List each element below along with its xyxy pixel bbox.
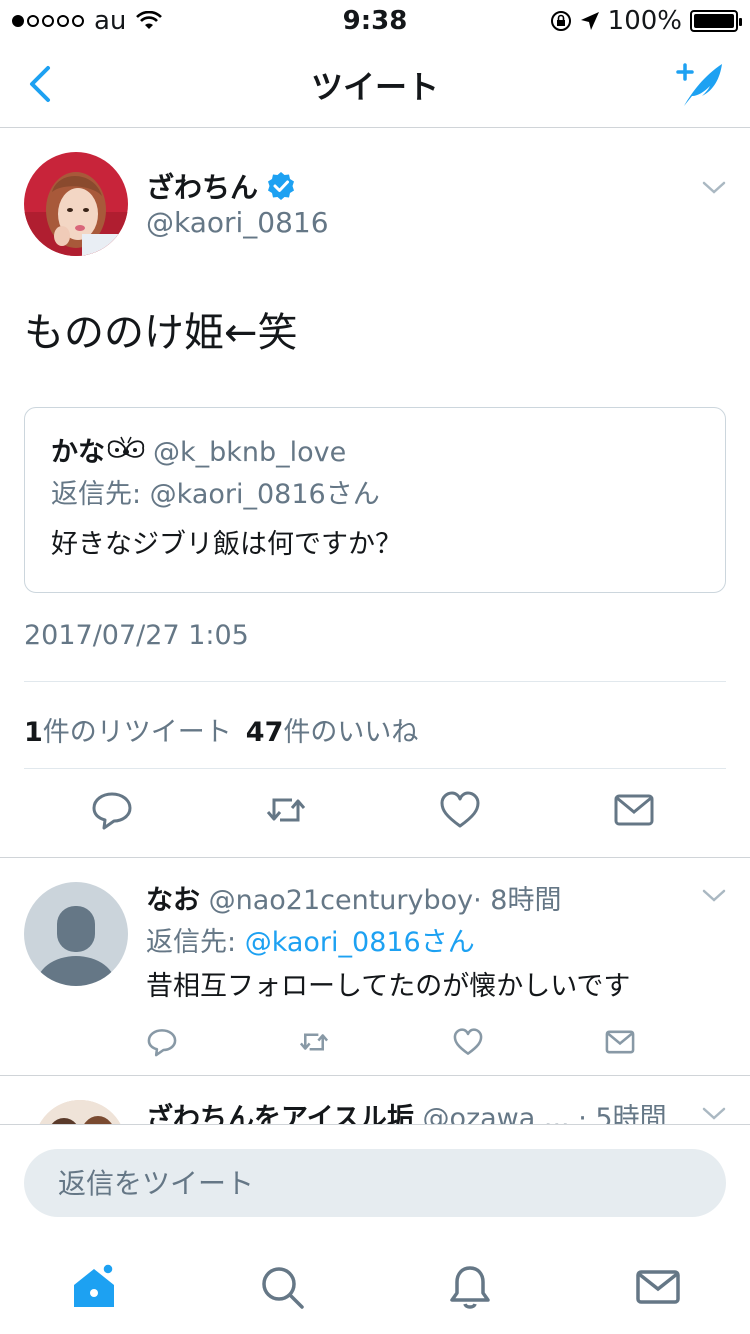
main-tweet: ざわちん @kaori_0816 もののけ姫←笑 かな @k_bknb_love… [0, 128, 750, 858]
butterfly-emoji-icon [107, 436, 145, 458]
retweet-count: 1 [24, 717, 43, 748]
status-right: 100% [550, 6, 742, 36]
tweet-actions [0, 788, 750, 844]
reply-author-handle: @ozawa ... [422, 1103, 570, 1126]
direct-message-icon[interactable] [612, 788, 656, 832]
like-label: 件のいいね [283, 717, 419, 748]
quoted-text: 好きなジブリ飯は何ですか？ [51, 529, 402, 560]
nav-bar: ツイート [0, 40, 750, 128]
tweet-timestamp: 2017/07/27 1:05 [24, 620, 249, 651]
quoted-reply-to: 返信先: @kaori_0816さん [51, 479, 380, 510]
reply-compose-box[interactable] [24, 1149, 726, 1217]
bottom-bar [0, 1124, 750, 1334]
reply-author-handle: @nao21centuryboy [208, 885, 474, 916]
like-count: 47 [245, 717, 284, 748]
reply-tweet[interactable]: なお @nao21centuryboy· 8時間 返信先: @kaori_081… [0, 858, 750, 1076]
author-name[interactable]: ざわちん [146, 166, 296, 206]
retweet-icon[interactable] [298, 1026, 330, 1058]
author-handle[interactable]: @kaori_0816 [146, 206, 329, 239]
default-avatar[interactable] [24, 882, 128, 986]
reply-to-prefix: 返信先: [146, 927, 245, 958]
direct-message-icon[interactable] [604, 1026, 636, 1058]
tweet-stats: 1件のリツイート 47件のいいね [24, 681, 726, 769]
reply-author-name: ざわちんをアイスル垢 [146, 1103, 414, 1126]
chevron-down-icon[interactable] [698, 178, 730, 198]
home-tab-icon[interactable] [70, 1263, 118, 1311]
quoted-author: かな @k_bknb_love [51, 430, 346, 469]
messages-tab-icon[interactable] [634, 1263, 682, 1311]
reply-author: なお @nao21centuryboy· 8時間 [146, 878, 561, 917]
verified-badge-icon [268, 172, 295, 200]
like-heart-icon[interactable] [452, 1026, 484, 1058]
reply-author-name: なお [146, 885, 200, 916]
battery-percent: 100% [607, 6, 682, 36]
quoted-author-handle: @k_bknb_love [153, 437, 347, 468]
reply-time: · 5時間 [578, 1103, 667, 1126]
quoted-tweet[interactable]: かな @k_bknb_love 返信先: @kaori_0816さん 好きなジブ… [24, 407, 726, 593]
retweet-icon[interactable] [264, 788, 308, 832]
reply-author-avatar[interactable] [34, 1100, 126, 1126]
like-stat[interactable]: 47件のいいね [246, 717, 419, 748]
like-heart-icon[interactable] [438, 788, 482, 832]
quoted-author-name: かな [51, 437, 105, 468]
search-tab-icon[interactable] [258, 1263, 306, 1311]
retweet-label: 件のリツイート [42, 717, 232, 748]
author-name-text: ざわちん [146, 171, 259, 204]
location-arrow-icon [580, 12, 599, 30]
reply-actions [146, 1026, 666, 1066]
author-avatar[interactable] [24, 152, 128, 256]
reply-tweet[interactable]: ざわちんをアイスル垢 @ozawa ... · 5時間 [0, 1076, 750, 1126]
reply-icon[interactable] [146, 1026, 178, 1058]
reply-icon[interactable] [90, 788, 134, 832]
compose-tweet-button[interactable] [670, 56, 730, 112]
reply-text: 昔相互フォローしてたのが懐かしいです [146, 971, 631, 1002]
page-title: ツイート [310, 68, 439, 106]
reply-author: ざわちんをアイスル垢 @ozawa ... · 5時間 [146, 1096, 667, 1126]
reply-input[interactable] [58, 1149, 698, 1217]
retweet-stat[interactable]: 1件のリツイート [24, 717, 232, 748]
battery-icon [690, 10, 742, 32]
reply-to-link[interactable]: @kaori_0816さん [245, 927, 475, 958]
chevron-down-icon[interactable] [698, 886, 730, 906]
status-bar: au 9:38 100% [0, 0, 750, 40]
rotation-lock-icon [550, 11, 571, 31]
tweet-text: もののけ姫←笑 [24, 310, 298, 356]
reply-time: · 8時間 [473, 885, 562, 916]
notifications-tab-icon[interactable] [446, 1263, 494, 1311]
reply-to-line: 返信先: @kaori_0816さん [146, 920, 475, 959]
chevron-down-icon[interactable] [698, 1104, 730, 1124]
